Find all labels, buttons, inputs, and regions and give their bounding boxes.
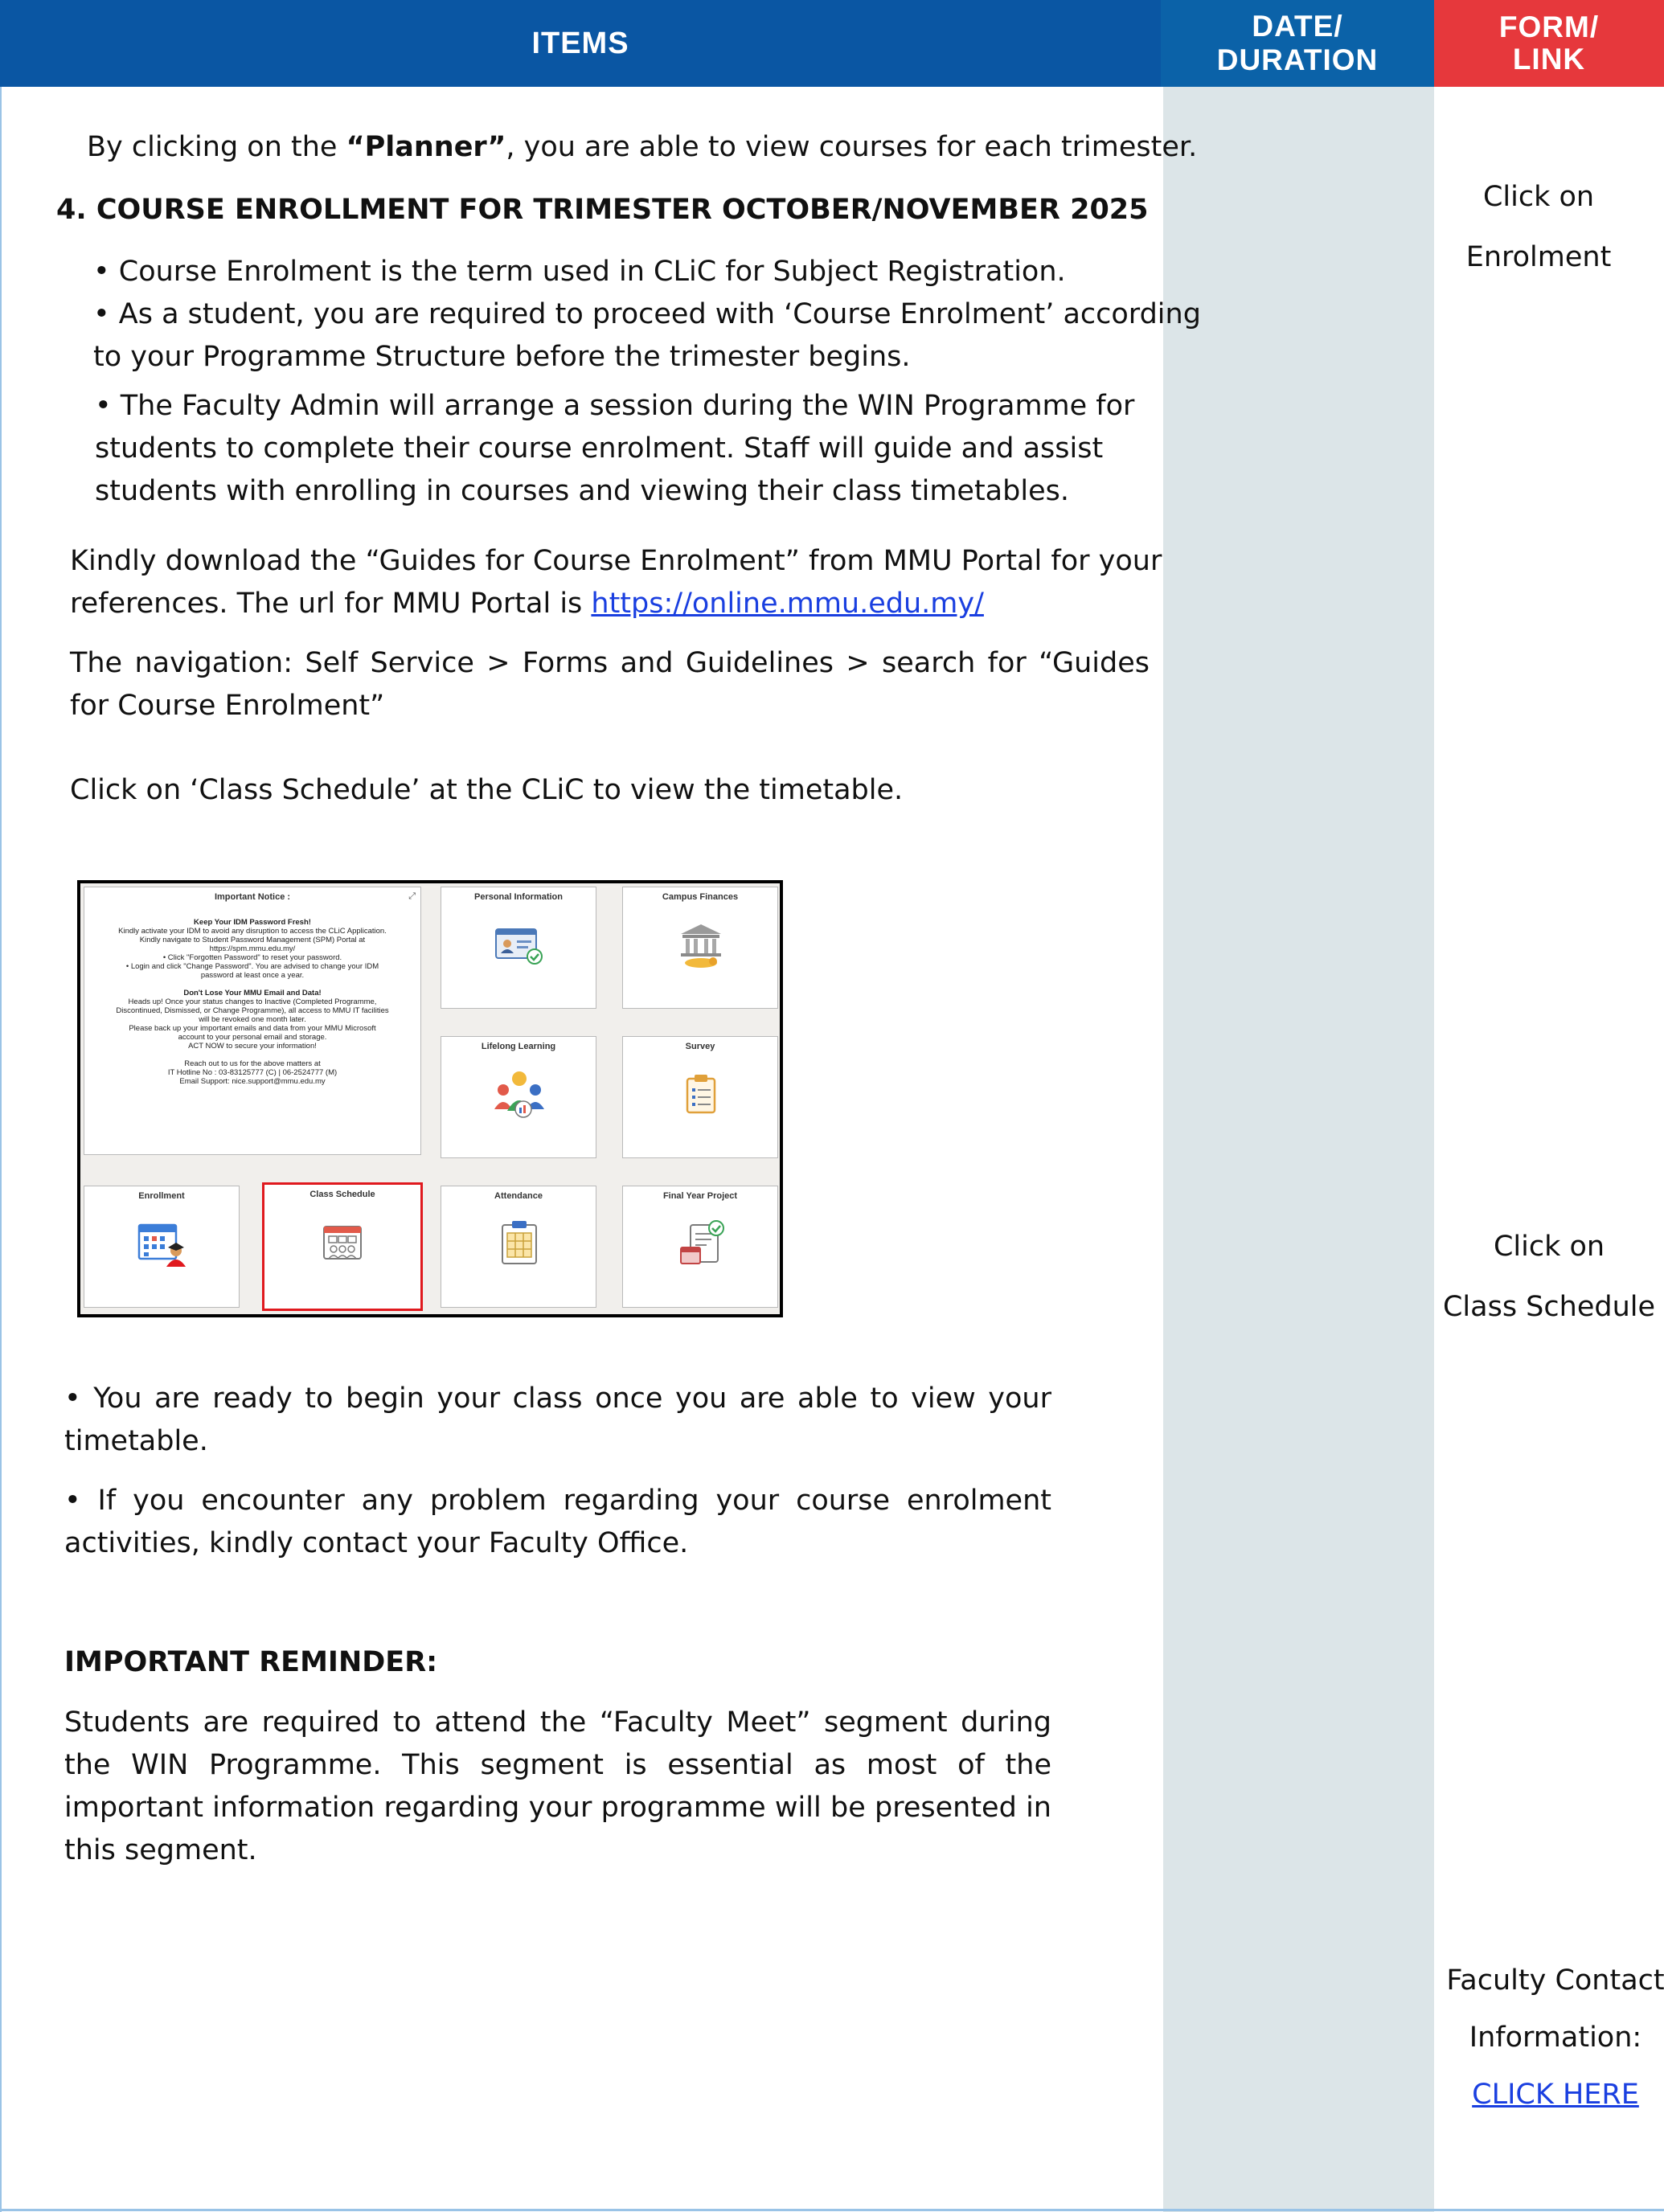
header-date-duration: DATE/DURATION	[1161, 0, 1434, 87]
class-timetable-icon	[323, 1226, 362, 1260]
table-border-left	[0, 87, 2, 2212]
tile-final-year-project-title: Final Year Project	[662, 1191, 738, 1201]
expand-icon: ⤢	[408, 891, 416, 901]
side-contact-line1: Faculty Contact	[1446, 1964, 1664, 1997]
guide-line2-text: references. The url for MMU Portal is	[70, 588, 592, 620]
tile-personal-information[interactable]: Personal Information	[441, 887, 596, 1009]
tile-class-schedule[interactable]: Class Schedule	[262, 1182, 423, 1311]
tile-campus-finances-title: Campus Finances	[662, 892, 739, 902]
table-border-bottom	[0, 2209, 1664, 2211]
notice-line: account to your personal email and stora…	[178, 1033, 327, 1042]
notice-heading-email: Don't Lose Your MMU Email and Data!	[183, 989, 322, 997]
notice-line: Reach out to us for the above matters at	[184, 1059, 321, 1068]
guide-line1: Kindly download the “Guides for Course E…	[70, 545, 1162, 577]
bullet-faculty-admin-line3: students with enrolling in courses and v…	[95, 475, 1069, 507]
tile-personal-information-title: Personal Information	[473, 892, 564, 902]
portal-url-link[interactable]: https://online.mmu.edu.my/	[591, 588, 984, 620]
attendance-sheet-icon	[502, 1221, 537, 1264]
problem-bullet: • If you encounter any problem regarding…	[64, 1485, 1051, 1559]
tile-survey[interactable]: Survey	[622, 1036, 778, 1158]
section-heading: 4. COURSE ENROLLMENT FOR TRIMESTER OCTOB…	[56, 194, 1149, 226]
tile-enrollment[interactable]: Enrollment	[84, 1186, 240, 1308]
ready-bullet: • You are ready to begin your class once…	[64, 1382, 1051, 1457]
date-duration-column	[1163, 87, 1434, 2212]
people-growth-icon	[494, 1071, 544, 1118]
id-card-icon	[495, 928, 543, 965]
header-date-line2: DURATION	[1216, 43, 1379, 76]
bank-building-icon	[681, 924, 721, 968]
side-click-class-schedule: Click on Class Schedule	[1434, 1217, 1664, 1337]
tile-important-notice: Important Notice : ⤢ Keep Your IDM Passw…	[84, 887, 421, 1155]
planner-pre: By clicking on the	[87, 131, 346, 163]
tile-attendance-title: Attendance	[494, 1191, 543, 1201]
navigation-text: The navigation: Self Service > Forms and…	[70, 647, 1150, 722]
notice-line: Email Support: nice.support@mmu.edu.my	[179, 1077, 326, 1086]
header-form-link: FORM/LINK	[1434, 0, 1664, 87]
notice-line: Heads up! Once your status changes to In…	[128, 997, 377, 1006]
header-form-line1: FORM/	[1498, 10, 1600, 43]
header-date-line1: DATE/	[1252, 10, 1343, 43]
notice-line: IT Hotline No : 03-83125777 (C) | 06-252…	[167, 1068, 338, 1077]
bullet-proceed-line2: to your Programme Structure before the t…	[93, 341, 911, 373]
bullet-course-enrolment: • Course Enrolment is the term used in C…	[93, 256, 1066, 288]
side-sched-line2: Class Schedule	[1442, 1291, 1656, 1323]
calendar-student-icon	[137, 1223, 186, 1267]
side-sched-line1: Click on	[1493, 1231, 1605, 1263]
notice-line: password at least once a year.	[200, 971, 305, 980]
faculty-contact-link[interactable]: CLICK HERE	[1472, 2079, 1639, 2111]
notice-line: ACT NOW to secure your information!	[188, 1042, 317, 1051]
tile-campus-finances[interactable]: Campus Finances	[622, 887, 778, 1009]
notice-line: https://spm.mmu.edu.my/	[209, 944, 296, 953]
planner-bold: “Planner”	[346, 131, 506, 163]
table-header: ITEMS DATE/DURATION FORM/LINK	[0, 0, 1664, 87]
tile-lifelong-learning-title: Lifelong Learning	[481, 1042, 556, 1051]
clic-dashboard-screenshot: Important Notice : ⤢ Keep Your IDM Passw…	[77, 880, 783, 1317]
important-reminder-text: Students are required to attend the “Fac…	[64, 1706, 1051, 1866]
side-contact-line2: Information:	[1469, 2022, 1642, 2054]
notice-line: will be revoked one month later.	[199, 1015, 306, 1024]
guide-line2: references. The url for MMU Portal is ht…	[70, 583, 984, 625]
bullet-proceed-line1: • As a student, you are required to proc…	[93, 298, 1201, 330]
header-form-line2: LINK	[1512, 43, 1586, 76]
notice-line: Kindly activate your IDM to avoid any di…	[118, 927, 387, 936]
tile-important-notice-title: Important Notice :	[214, 892, 291, 902]
notice-body: Keep Your IDM Password Fresh! Kindly act…	[84, 918, 420, 1086]
header-items: ITEMS	[0, 0, 1162, 87]
side-click-enrolment: Click on Enrolment	[1434, 167, 1643, 288]
planner-sentence: By clicking on the “Planner”, you are ab…	[87, 126, 1197, 169]
notice-line: Kindly navigate to Student Password Mana…	[139, 936, 366, 944]
tile-class-schedule-title: Class Schedule	[309, 1190, 375, 1199]
notice-line: Please back up your important emails and…	[129, 1024, 376, 1033]
bullet-faculty-admin-line2: students to complete their course enrolm…	[95, 432, 1104, 465]
tile-enrollment-title: Enrollment	[138, 1191, 185, 1201]
tile-attendance[interactable]: Attendance	[441, 1186, 596, 1308]
side-enrol-line1: Click on	[1482, 181, 1595, 213]
notice-heading-password: Keep Your IDM Password Fresh!	[194, 918, 311, 927]
notice-line: • Login and click "Change Password". You…	[125, 962, 379, 971]
class-schedule-note: Click on ‘Class Schedule’ at the CLiC to…	[70, 774, 904, 806]
header-items-label: ITEMS	[531, 26, 629, 60]
tile-survey-title: Survey	[685, 1042, 715, 1051]
side-faculty-contact: Faculty Contact Information: CLICK HERE	[1439, 1952, 1664, 2124]
planner-post: , you are able to view courses for each …	[506, 131, 1198, 163]
clipboard-icon	[686, 1075, 716, 1114]
project-document-icon	[680, 1220, 724, 1264]
notice-line: Discontinued, Dismissed, or Change Progr…	[116, 1006, 389, 1015]
notice-line: • Click "Forgotten Password" to reset yo…	[162, 953, 342, 962]
side-enrol-line2: Enrolment	[1465, 241, 1612, 273]
bullet-faculty-admin-line1: • The Faculty Admin will arrange a sessi…	[95, 390, 1135, 422]
important-reminder-heading: IMPORTANT REMINDER:	[64, 1646, 438, 1678]
tile-lifelong-learning[interactable]: Lifelong Learning	[441, 1036, 596, 1158]
tile-final-year-project[interactable]: Final Year Project	[622, 1186, 778, 1308]
